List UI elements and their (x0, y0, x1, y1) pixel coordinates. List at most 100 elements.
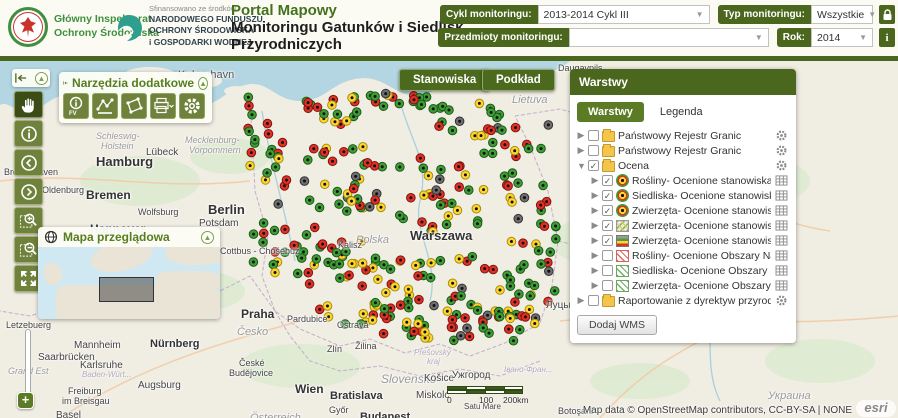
layer-checkbox[interactable] (602, 265, 613, 276)
collapse-left-icon[interactable] (63, 77, 68, 89)
chevron-right-icon[interactable]: ▶ (591, 265, 599, 276)
gear-icon[interactable] (775, 144, 788, 157)
type-select[interactable]: Wszystkie ▼ (811, 5, 873, 24)
map-canvas[interactable]: KøbenhavnSchleswig-HolsteinMecklenburg-V… (0, 61, 898, 418)
monitoring-point-center (338, 262, 341, 265)
next-extent-button[interactable] (14, 178, 43, 205)
layer-action[interactable] (774, 144, 789, 157)
layer-row[interactable]: ▶✓Siedliska- Ocenione stanowiska- pu... (577, 188, 789, 203)
layer-action[interactable] (774, 159, 789, 172)
collapse-overview-icon[interactable]: ▲ (201, 231, 214, 244)
monitoring-point-center (381, 165, 384, 168)
monitoring-point-center (450, 202, 453, 205)
chevron-right-icon[interactable]: ▶ (591, 220, 599, 231)
chevron-right-icon[interactable]: ▶ (577, 130, 585, 141)
chevron-right-icon[interactable]: ▶ (591, 280, 599, 291)
collapse-toolbar-icon[interactable]: ▲ (35, 72, 48, 85)
chevron-down-icon (170, 105, 174, 107)
identify-tool-button[interactable] (14, 120, 43, 147)
year-select[interactable]: 2014 ▼ (811, 28, 873, 47)
login-lock-button[interactable] (879, 5, 895, 24)
settings-button[interactable] (179, 93, 205, 119)
monitoring-point-center (447, 109, 450, 112)
subjects-select[interactable]: ▼ (569, 28, 769, 47)
zoom-in-slider-button[interactable]: + (17, 392, 34, 409)
overview-map[interactable] (38, 247, 220, 319)
table-icon[interactable] (775, 235, 788, 246)
layer-action[interactable] (774, 265, 789, 276)
measure-distance-button[interactable] (92, 93, 118, 119)
layer-row[interactable]: ▶Państwowy Rejestr Granic (577, 143, 789, 158)
layer-action[interactable] (774, 294, 789, 307)
table-icon[interactable] (775, 250, 788, 261)
chevron-right-icon[interactable]: ▶ (591, 250, 599, 261)
layer-action[interactable] (774, 250, 789, 261)
gear-icon[interactable] (775, 129, 788, 142)
layer-checkbox[interactable]: ✓ (602, 175, 613, 186)
chevron-right-icon[interactable]: ▶ (577, 145, 585, 156)
layer-action[interactable] (774, 205, 789, 216)
info-button[interactable]: i (879, 28, 895, 47)
layer-checkbox[interactable] (588, 130, 599, 141)
layer-row[interactable]: ▶Państwowy Rejestr Granic (577, 128, 789, 143)
monitoring-point-center (371, 266, 374, 269)
layer-action[interactable] (774, 129, 789, 142)
layer-row[interactable]: ▶Raportowanie z dyrektyw przyrodniczych (577, 293, 789, 308)
monitoring-point-center (517, 293, 520, 296)
monitoring-point-center (359, 323, 362, 326)
table-icon[interactable] (775, 190, 788, 201)
chevron-right-icon[interactable]: ▶ (591, 175, 599, 186)
layer-row[interactable]: ▶✓Zwierzęta- Ocenione stanowiska- p... (577, 203, 789, 218)
layer-action[interactable] (774, 235, 789, 246)
podklad-button[interactable]: Podkład (482, 69, 555, 91)
layer-row[interactable]: ▶✓Rośliny- Ocenione stanowiska- punkty (577, 173, 789, 188)
layer-action[interactable] (774, 280, 789, 291)
layer-row[interactable]: ▼✓Ocena (577, 158, 789, 173)
measure-area-button[interactable] (121, 93, 147, 119)
chevron-right-icon[interactable]: ▶ (591, 190, 599, 201)
fv-info-tool-button[interactable]: FV (63, 93, 89, 119)
layer-row[interactable]: ▶Zwierzęta- Ocenione Obszary Natur... (577, 278, 789, 293)
chevron-right-icon[interactable]: ▶ (591, 205, 599, 216)
add-wms-button[interactable]: Dodaj WMS (577, 315, 657, 335)
layer-row[interactable]: ▶Rośliny- Ocenione Obszary Natura ... (577, 248, 789, 263)
chevron-right-icon[interactable]: ▶ (591, 235, 599, 246)
previous-extent-button[interactable] (14, 149, 43, 176)
collapse-left-icon[interactable] (14, 72, 27, 84)
stanowiska-button[interactable]: Stanowiska (399, 69, 490, 91)
table-icon[interactable] (775, 265, 788, 276)
layer-checkbox[interactable]: ✓ (602, 220, 613, 231)
cycle-select[interactable]: 2013-2014 Cykl III ▼ (538, 5, 710, 24)
tab-warstwy[interactable]: Warstwy (577, 102, 644, 122)
table-icon[interactable] (775, 280, 788, 291)
collapse-tools-panel-icon[interactable]: ▲ (198, 77, 208, 90)
layer-action[interactable] (774, 175, 789, 186)
print-button[interactable] (150, 93, 176, 119)
layer-checkbox[interactable] (588, 145, 599, 156)
gear-icon[interactable] (775, 294, 788, 307)
folder-symbol-icon (602, 146, 615, 157)
layer-checkbox[interactable] (588, 295, 599, 306)
monitoring-point-center (509, 317, 512, 320)
pan-tool-button[interactable] (14, 91, 43, 118)
layer-checkbox[interactable]: ✓ (602, 205, 613, 216)
gear-icon[interactable] (775, 159, 788, 172)
layer-action[interactable] (774, 190, 789, 201)
layer-checkbox[interactable]: ✓ (602, 190, 613, 201)
layer-row[interactable]: ▶Siedliska- Ocenione Obszary Natur... (577, 263, 789, 278)
tab-legenda[interactable]: Legenda (656, 102, 707, 122)
layer-checkbox[interactable]: ✓ (588, 160, 599, 171)
layer-row[interactable]: ▶✓Zwierzęta- Ocenione stanowiska- p... (577, 233, 789, 248)
zoom-slider[interactable] (25, 329, 31, 395)
layer-row[interactable]: ▶✓Zwierzęta- Ocenione stanowiska- g... (577, 218, 789, 233)
table-icon[interactable] (775, 175, 788, 186)
layer-checkbox[interactable] (602, 280, 613, 291)
table-icon[interactable] (775, 220, 788, 231)
layer-checkbox[interactable]: ✓ (602, 235, 613, 246)
table-icon[interactable] (775, 205, 788, 216)
layer-action[interactable] (774, 220, 789, 231)
overview-extent-box[interactable] (99, 277, 154, 302)
layer-checkbox[interactable] (602, 250, 613, 261)
chevron-right-icon[interactable]: ▶ (577, 295, 585, 306)
chevron-down-icon[interactable]: ▼ (577, 161, 585, 171)
